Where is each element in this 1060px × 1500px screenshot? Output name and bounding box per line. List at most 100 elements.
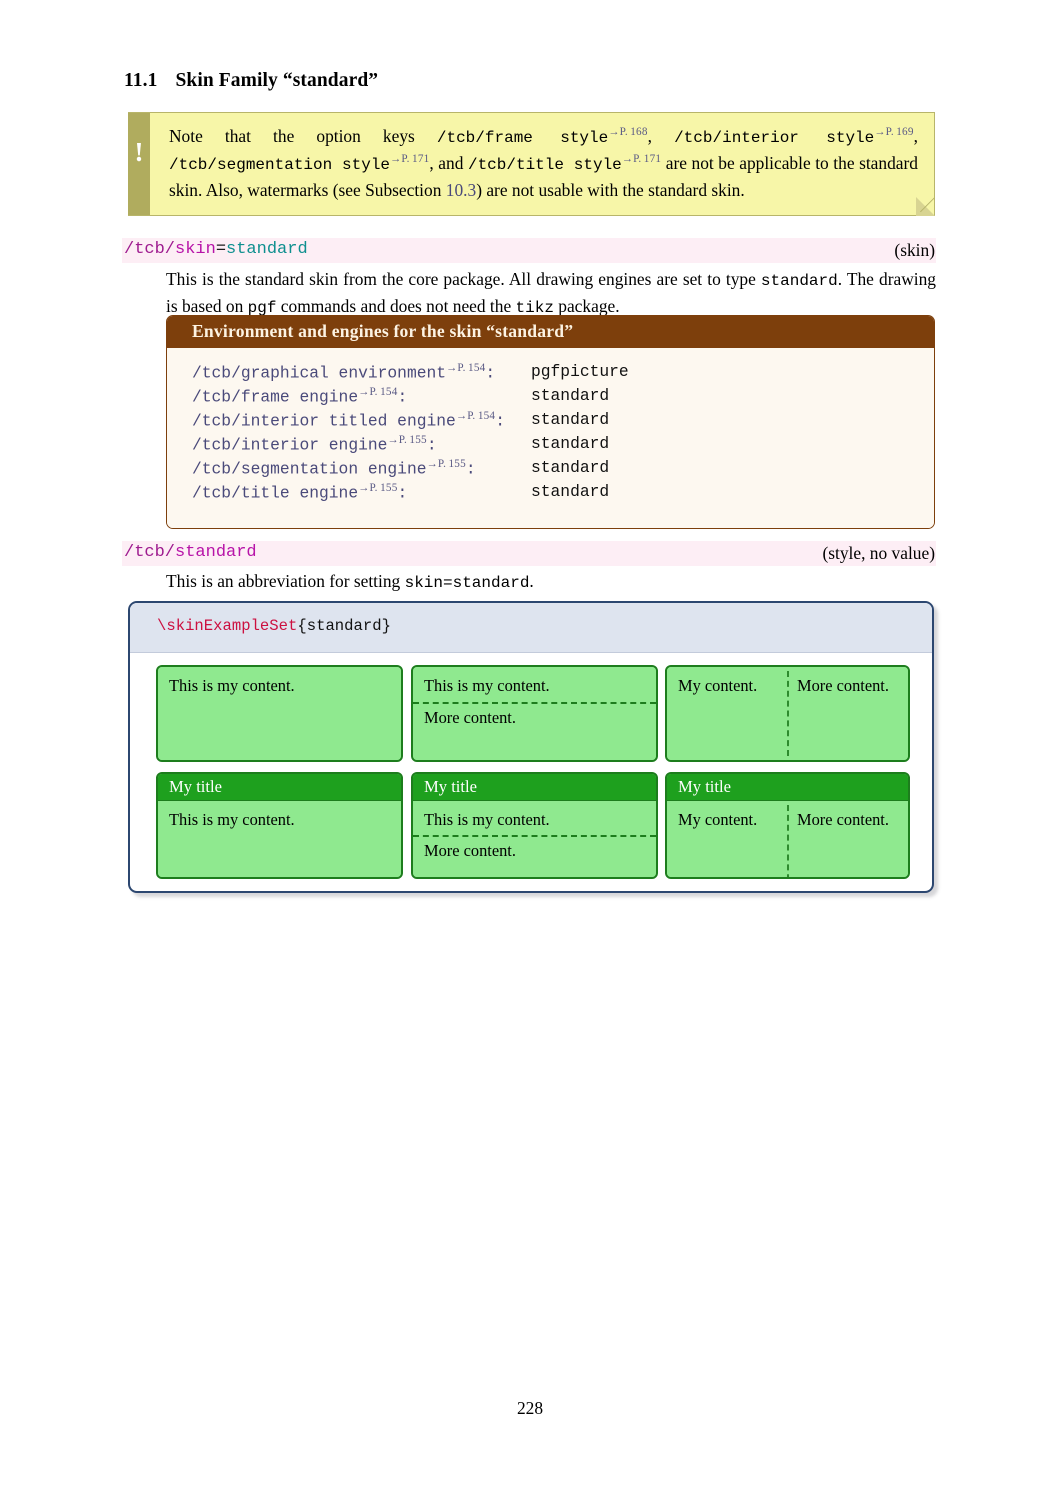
- engine-row: /tcb/segmentation engine→P. 155: standar…: [167, 458, 934, 482]
- example-code: \skinExampleSet{standard}: [157, 617, 391, 635]
- note-key-frame-style: /tcb/frame style: [436, 129, 609, 147]
- engine-key-text: /tcb/graphical environment: [192, 363, 447, 383]
- note-pageref-169: →P. 169: [874, 126, 914, 139]
- desc-mono-skin-standard: skin=standard: [404, 574, 530, 592]
- section-number: 11.1: [124, 70, 158, 91]
- desc-mid-2: commands and does not need the: [276, 296, 516, 316]
- engine-key-text: /tcb/interior engine: [192, 435, 388, 455]
- demo-box-titled-sidebyside: My title My content. More content.: [665, 772, 910, 879]
- key-label: skin: [175, 240, 216, 259]
- demo-box-title: My title: [413, 774, 656, 801]
- environment-engines-title: Environment and engines for the skin “st…: [167, 316, 934, 348]
- note-key-title-style: /tcb/title style: [467, 156, 622, 174]
- note-pageref-168: →P. 168: [608, 126, 648, 139]
- demo-content: This is my content.: [169, 810, 295, 829]
- note-seg-6: ,: [913, 126, 918, 146]
- example-code-header: \skinExampleSet{standard}: [130, 603, 932, 653]
- key-type-skin: (skin): [894, 240, 935, 260]
- segmentation-line-vertical: [787, 671, 789, 756]
- demo-content: This is my content.: [424, 810, 550, 829]
- note-link-10-3[interactable]: 10.3: [446, 180, 476, 200]
- engine-row: /tcb/graphical environment→P. 154: pgfpi…: [167, 362, 934, 386]
- section-title: Skin Family “standard”: [175, 70, 379, 91]
- demo-box-body: This is my content. More content.: [413, 667, 656, 760]
- note-seg-0: Note that the option keys: [169, 126, 437, 146]
- engine-pageref: →P. 155: [426, 458, 466, 470]
- engine-colon: :: [465, 459, 476, 479]
- engine-key: /tcb/graphical environment→P. 154:: [192, 362, 495, 382]
- engine-key: /tcb/segmentation engine→P. 155:: [192, 458, 476, 478]
- example-demo-area: This is my content. This is my content. …: [130, 653, 932, 879]
- key-name-standard: /tcb/standard: [124, 543, 257, 562]
- engine-pageref: →P. 155: [387, 434, 427, 446]
- desc-line-1: This is the standard skin from the core …: [166, 269, 756, 289]
- key-definition-standard: /tcb/standard (style, no value): [122, 541, 936, 566]
- engine-value: standard: [531, 458, 610, 477]
- demo-content: This is my content.: [169, 676, 295, 695]
- environment-engines-box: Environment and engines for the skin “st…: [166, 315, 935, 529]
- note-key-segmentation-style: /tcb/segmentation style: [169, 156, 391, 174]
- engine-pageref: →P. 155: [358, 482, 398, 494]
- demo-content: My content.: [678, 676, 758, 695]
- key-name-skin: /tcb/skin=standard: [124, 240, 308, 259]
- engine-key-text: /tcb/interior titled engine: [192, 411, 456, 431]
- engine-value: standard: [531, 386, 610, 405]
- note-seg-3: ,: [647, 126, 675, 146]
- engine-value: standard: [531, 434, 610, 453]
- demo-box-plain-simple: This is my content.: [156, 665, 403, 762]
- engine-key-text: /tcb/frame engine: [192, 387, 359, 407]
- key-type-standard: (style, no value): [822, 543, 935, 563]
- engine-key-text: /tcb/title engine: [192, 483, 359, 503]
- note-seg-9: , and: [429, 153, 468, 173]
- demo-box-body: My content. More content.: [667, 667, 908, 760]
- engine-colon: :: [485, 363, 496, 383]
- key-description-skin: This is the standard skin from the core …: [166, 266, 936, 320]
- code-argument: {standard}: [297, 617, 391, 635]
- demo-box-body: This is my content.: [158, 667, 401, 760]
- page-number: 228: [516, 1398, 544, 1418]
- exclamation-mark-icon: !: [134, 137, 144, 167]
- engine-key-text: /tcb/segmentation engine: [192, 459, 427, 479]
- demo-box-title: My title: [667, 774, 908, 801]
- engine-value: pgfpicture: [531, 362, 629, 381]
- note-pageref-171b: →P. 171: [621, 153, 662, 166]
- engine-key: /tcb/frame engine→P. 154:: [192, 386, 407, 406]
- engine-row: /tcb/frame engine→P. 154: standard: [167, 386, 934, 410]
- desc-pre: This is an abbreviation for setting: [166, 571, 405, 591]
- key-description-standard: This is an abbreviation for setting skin…: [166, 568, 936, 595]
- demo-second-content: More content.: [797, 676, 889, 695]
- engine-pageref: →P. 154: [446, 362, 486, 374]
- key-value: standard: [226, 240, 308, 259]
- segmentation-line-horizontal: [413, 702, 656, 704]
- demo-second-content: More content.: [797, 810, 889, 829]
- note-box: ! Note that the option keys /tcb/frame s…: [128, 112, 935, 217]
- engine-value: standard: [531, 482, 610, 501]
- demo-content: This is my content.: [424, 676, 550, 695]
- desc-mono-standard: standard: [760, 272, 838, 290]
- demo-box-plain-segmented: This is my content. More content.: [411, 665, 658, 762]
- demo-box-titled-segmented: My title This is my content. More conten…: [411, 772, 658, 879]
- demo-box-plain-sidebyside: My content. More content.: [665, 665, 910, 762]
- engine-colon: :: [426, 435, 437, 455]
- demo-content: My content.: [678, 810, 758, 829]
- engine-colon: :: [397, 387, 408, 407]
- key-label: standard: [175, 543, 257, 562]
- key-equals: =: [215, 240, 227, 259]
- segmentation-line-horizontal: [413, 835, 656, 837]
- engine-key: /tcb/interior engine→P. 155:: [192, 434, 437, 454]
- engine-pageref: →P. 154: [358, 386, 398, 398]
- demo-box-title: My title: [158, 774, 401, 801]
- demo-box-body: This is my content. More content.: [413, 801, 656, 877]
- engine-row: /tcb/interior engine→P. 155: standard: [167, 434, 934, 458]
- demo-box-body: My content. More content.: [667, 801, 908, 877]
- engine-row: /tcb/interior titled engine→P. 154: stan…: [167, 410, 934, 434]
- key-prefix: /tcb/: [124, 543, 176, 562]
- environment-engines-body: /tcb/graphical environment→P. 154: pgfpi…: [167, 348, 934, 528]
- segmentation-line-vertical: [787, 805, 789, 877]
- note-pageref-171a: →P. 171: [390, 153, 430, 166]
- example-box: \skinExampleSet{standard} This is my con…: [128, 601, 934, 893]
- key-definition-skin: /tcb/skin=standard (skin): [122, 238, 936, 263]
- engine-value: standard: [531, 410, 610, 429]
- key-prefix: /tcb/: [124, 240, 176, 259]
- code-command: \skinExampleSet: [157, 617, 298, 635]
